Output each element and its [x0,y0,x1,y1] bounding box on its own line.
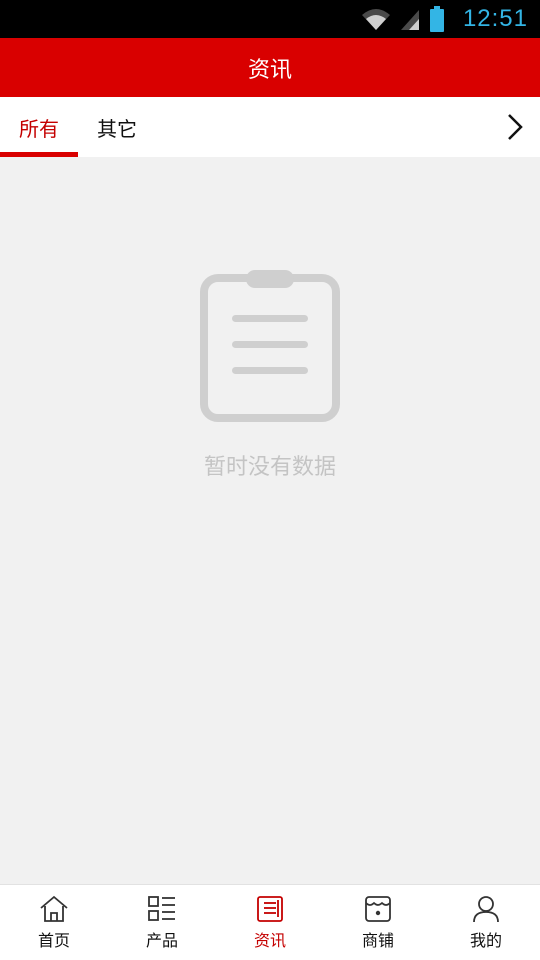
nav-item-products[interactable]: 产品 [108,885,216,960]
home-icon [40,895,68,922]
tab-all[interactable]: 所有 [0,97,78,157]
nav-item-news[interactable]: 资讯 [216,885,324,960]
tab-other[interactable]: 其它 [78,97,156,157]
nav-item-me[interactable]: 我的 [432,885,540,960]
wifi-icon [361,7,391,31]
bottom-nav: 首页 产品 资讯 商铺 我的 [0,884,540,960]
news-icon [257,896,283,922]
nav-label: 商铺 [361,931,394,950]
tab-bar: 所有 其它 [0,97,540,157]
nav-label: 资讯 [253,931,286,950]
grid-list-icon [148,896,175,921]
status-bar: 12:51 [0,0,540,38]
signal-icon [399,7,421,31]
shop-icon [365,896,391,922]
content-area: 暂时没有数据 [0,157,540,884]
nav-label: 我的 [469,931,502,950]
page-title: 资讯 [247,57,292,83]
nav-item-shop[interactable]: 商铺 [324,885,432,960]
app-header: 资讯 [0,38,540,97]
tab-label: 所有 [19,116,59,141]
tab-label: 其它 [97,116,137,141]
clock: 12:51 [462,5,528,32]
user-icon [473,896,499,923]
empty-message: 暂时没有数据 [203,455,336,480]
chevron-right-icon[interactable] [500,97,530,157]
clipboard-icon [200,270,340,426]
battery-icon [429,6,445,32]
nav-label: 首页 [37,931,70,950]
nav-item-home[interactable]: 首页 [0,885,108,960]
nav-label: 产品 [145,931,178,950]
